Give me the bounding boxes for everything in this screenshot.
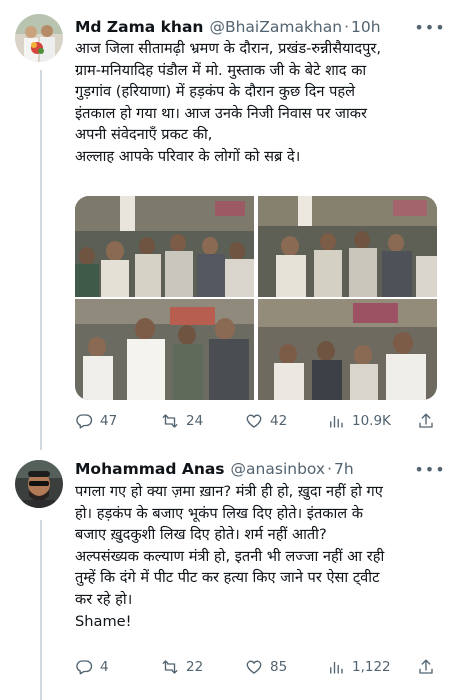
share-icon — [419, 413, 433, 428]
text-line: गुड़गांव (हरियाणा) में हड़कंप के दौरान क… — [75, 83, 356, 101]
text-line: तुम्हें कि दंगे में पीट पीट कर हत्या किए… — [75, 569, 380, 587]
author-handle[interactable]: @anasinbox — [231, 460, 326, 478]
separator: · — [344, 18, 350, 36]
reply-button[interactable]: 47 — [75, 409, 117, 433]
text-line: ग्राम-मनियादिह पंडौल में मो. मुस्ताक जी … — [75, 61, 367, 79]
text-line: अल्पसंख्यक कल्याण मंत्री हो, इतनी भी लज्… — [75, 547, 385, 565]
text-line: इंतकाल हो गया था। आज उनके निजी निवास पर … — [75, 104, 367, 122]
timestamp[interactable]: 10h — [351, 18, 381, 36]
retweet-count: 24 — [186, 413, 204, 429]
avatar[interactable] — [15, 14, 63, 62]
retweet-button[interactable]: 24 — [161, 409, 203, 433]
media-grid — [75, 196, 437, 400]
retweet-button[interactable]: 22 — [161, 655, 203, 679]
views-button[interactable]: 1,122 — [327, 655, 391, 679]
views-icon — [330, 661, 343, 674]
reply-icon — [76, 660, 93, 675]
tweet-text: आज जिला सीतामढ़ी भ्रमण के दौरान, प्रखंड-… — [75, 38, 445, 168]
share-button[interactable] — [417, 409, 435, 434]
author-name[interactable]: Md Zama khan — [75, 18, 203, 36]
retweet-icon — [162, 414, 178, 428]
author-name[interactable]: Mohammad Anas — [75, 460, 225, 478]
tweet[interactable]: Md Zama khan @BhaiZamakhan · 10h ••• आज … — [0, 0, 453, 450]
text-line: पगला गए हो क्या ज़मा ख़ान? मंत्री ही हो,… — [75, 483, 383, 500]
reply-count: 47 — [100, 413, 118, 429]
reply-icon — [76, 414, 93, 429]
avatar[interactable] — [15, 460, 63, 508]
reply-button[interactable]: 4 — [75, 655, 109, 679]
media-photo-3[interactable] — [75, 299, 254, 400]
media-photo-2[interactable] — [258, 196, 437, 297]
tweet-actions: 47 24 42 10.9K — [75, 409, 445, 433]
share-icon — [419, 659, 433, 674]
tweet[interactable]: Mohammad Anas @anasinbox · 7h ••• पगला ग… — [0, 450, 453, 700]
views-count: 10.9K — [352, 413, 391, 429]
views-count: 1,122 — [352, 659, 391, 675]
text-line: हो। हड़कंप के बजाए भूकंप लिख दिए होते। इ… — [75, 504, 364, 522]
retweet-count: 22 — [186, 659, 204, 675]
text-line: अपनी संवेदनाएँ प्रकट की, — [75, 126, 213, 144]
retweet-icon — [162, 660, 178, 674]
text-line: अल्लाह आपके परिवार के लोगों को सब्र दे। — [75, 147, 301, 165]
media-photo-1[interactable] — [75, 196, 254, 297]
tweet-actions: 4 22 85 1,122 — [75, 655, 445, 679]
timestamp[interactable]: 7h — [334, 460, 354, 478]
like-icon — [246, 414, 262, 428]
tweet-header: Md Zama khan @BhaiZamakhan · 10h — [75, 16, 443, 38]
share-button[interactable] — [417, 655, 435, 680]
like-count: 85 — [270, 659, 288, 675]
views-icon — [330, 415, 343, 428]
author-handle[interactable]: @BhaiZamakhan — [209, 18, 342, 36]
more-icon[interactable]: ••• — [414, 458, 444, 480]
like-button[interactable]: 85 — [245, 655, 287, 679]
like-icon — [246, 660, 262, 674]
tweet-text: पगला गए हो क्या ज़मा ख़ान? मंत्री ही हो,… — [75, 481, 445, 632]
text-line: कर रहे हो। — [75, 590, 133, 608]
text-line: बजाए ख़ुदकुशी लिख दिए होते। शर्म नहीं आत… — [75, 526, 327, 544]
text-line: Shame! — [75, 612, 132, 630]
like-button[interactable]: 42 — [245, 409, 287, 433]
tweet-header: Mohammad Anas @anasinbox · 7h — [75, 458, 443, 480]
views-button[interactable]: 10.9K — [327, 409, 391, 433]
like-count: 42 — [270, 413, 288, 429]
media-photo-4[interactable] — [258, 299, 437, 400]
separator: · — [327, 460, 333, 478]
more-icon[interactable]: ••• — [414, 16, 444, 38]
text-line: आज जिला सीतामढ़ी भ्रमण के दौरान, प्रखंड-… — [75, 40, 381, 57]
reply-count: 4 — [100, 659, 109, 675]
